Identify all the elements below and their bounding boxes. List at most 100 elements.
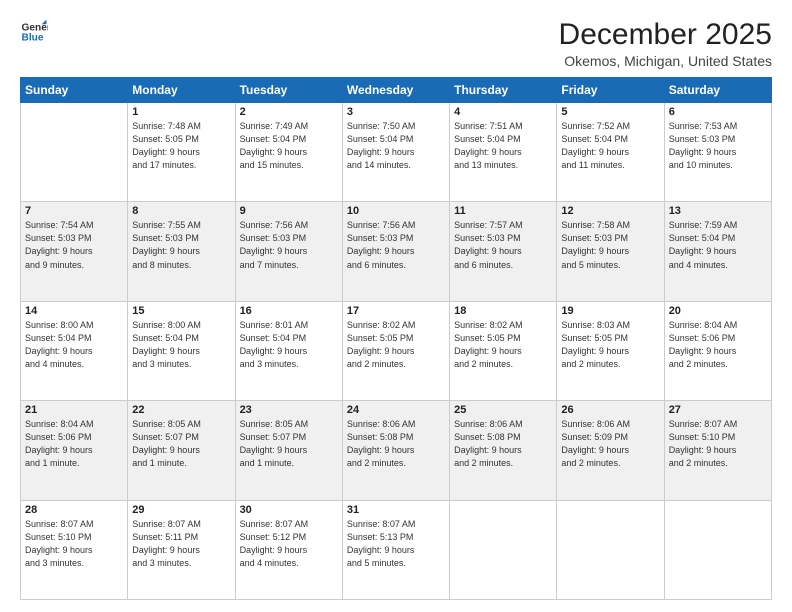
table-cell: 9 Sunrise: 7:56 AM Sunset: 5:03 PM Daylig… [235, 202, 342, 301]
page: General Blue December 2025 Okemos, Michi… [0, 0, 792, 612]
day-info: Sunrise: 8:00 AM Sunset: 5:04 PM Dayligh… [132, 319, 230, 371]
location: Okemos, Michigan, United States [559, 53, 772, 69]
table-cell: 13 Sunrise: 7:59 AM Sunset: 5:04 PM Dayli… [664, 202, 771, 301]
table-cell [21, 103, 128, 202]
day-number: 17 [347, 305, 445, 317]
day-info: Sunrise: 8:01 AM Sunset: 5:04 PM Dayligh… [240, 319, 338, 371]
table-cell: 24Sunrise: 8:06 AM Sunset: 5:08 PM Dayli… [342, 401, 449, 500]
svg-text:Blue: Blue [22, 33, 44, 44]
day-number: 25 [454, 404, 552, 416]
table-cell: 22 Sunrise: 8:05 AM Sunset: 5:07 PM Dayli… [128, 401, 235, 500]
day-number: 22 [132, 404, 230, 416]
month-title: December 2025 [559, 18, 772, 51]
day-number: 30 [240, 504, 338, 516]
header: General Blue December 2025 Okemos, Michi… [20, 18, 772, 69]
table-cell: 5 Sunrise: 7:52 AM Sunset: 5:04 PM Daylig… [557, 103, 664, 202]
day-number: 21 [25, 404, 123, 416]
day-info: Sunrise: 7:57 AM Sunset: 5:03 PM Dayligh… [454, 219, 552, 271]
table-cell: 10 Sunrise: 7:56 AM Sunset: 5:03 PM Dayli… [342, 202, 449, 301]
day-info: Sunrise: 8:05 AM Sunset: 5:07 PM Dayligh… [132, 418, 230, 470]
table-cell: 1 Sunrise: 7:48 AM Sunset: 5:05 PM Daylig… [128, 103, 235, 202]
day-number: 10 [347, 205, 445, 217]
day-info: Sunrise: 7:51 AM Sunset: 5:04 PM Dayligh… [454, 120, 552, 172]
table-cell: 29 Sunrise: 8:07 AM Sunset: 5:11 PM Dayli… [128, 500, 235, 599]
day-info: Sunrise: 7:56 AM Sunset: 5:03 PM Dayligh… [240, 219, 338, 271]
day-info: Sunrise: 8:05 AM Sunset: 5:07 PM Dayligh… [240, 418, 338, 470]
col-tuesday: Tuesday [235, 78, 342, 103]
header-row: Sunday Monday Tuesday Wednesday Thursday… [21, 78, 772, 103]
col-monday: Monday [128, 78, 235, 103]
table-cell: 26Sunrise: 8:06 AM Sunset: 5:09 PM Dayli… [557, 401, 664, 500]
day-info: Sunrise: 7:50 AM Sunset: 5:04 PM Dayligh… [347, 120, 445, 172]
table-cell: 23 Sunrise: 8:05 AM Sunset: 5:07 PM Dayli… [235, 401, 342, 500]
day-info: Sunrise: 7:55 AM Sunset: 5:03 PM Dayligh… [132, 219, 230, 271]
day-info: Sunrise: 7:54 AM Sunset: 5:03 PM Dayligh… [25, 219, 123, 271]
day-info: Sunrise: 7:49 AM Sunset: 5:04 PM Dayligh… [240, 120, 338, 172]
day-number: 16 [240, 305, 338, 317]
table-cell: 21 Sunrise: 8:04 AM Sunset: 5:06 PM Dayli… [21, 401, 128, 500]
col-saturday: Saturday [664, 78, 771, 103]
table-cell: 14Sunrise: 8:00 AM Sunset: 5:04 PM Dayli… [21, 301, 128, 400]
logo-icon: General Blue [20, 18, 48, 46]
table-cell: 2 Sunrise: 7:49 AM Sunset: 5:04 PM Daylig… [235, 103, 342, 202]
day-number: 23 [240, 404, 338, 416]
table-cell [664, 500, 771, 599]
table-cell: 18 Sunrise: 8:02 AM Sunset: 5:05 PM Dayli… [450, 301, 557, 400]
day-info: Sunrise: 8:07 AM Sunset: 5:10 PM Dayligh… [669, 418, 767, 470]
table-cell: 7 Sunrise: 7:54 AM Sunset: 5:03 PM Daylig… [21, 202, 128, 301]
day-info: Sunrise: 7:58 AM Sunset: 5:03 PM Dayligh… [561, 219, 659, 271]
table-cell: 25Sunrise: 8:06 AM Sunset: 5:08 PM Dayli… [450, 401, 557, 500]
calendar-table: Sunday Monday Tuesday Wednesday Thursday… [20, 77, 772, 600]
day-number: 9 [240, 205, 338, 217]
table-cell: 3 Sunrise: 7:50 AM Sunset: 5:04 PM Daylig… [342, 103, 449, 202]
day-info: Sunrise: 8:07 AM Sunset: 5:12 PM Dayligh… [240, 518, 338, 570]
day-number: 2 [240, 106, 338, 118]
day-info: Sunrise: 8:02 AM Sunset: 5:05 PM Dayligh… [347, 319, 445, 371]
day-number: 29 [132, 504, 230, 516]
day-number: 28 [25, 504, 123, 516]
day-number: 3 [347, 106, 445, 118]
table-cell [557, 500, 664, 599]
table-cell: 30 Sunrise: 8:07 AM Sunset: 5:12 PM Dayli… [235, 500, 342, 599]
col-thursday: Thursday [450, 78, 557, 103]
table-cell: 6 Sunrise: 7:53 AM Sunset: 5:03 PM Daylig… [664, 103, 771, 202]
day-info: Sunrise: 8:04 AM Sunset: 5:06 PM Dayligh… [25, 418, 123, 470]
table-cell: 15Sunrise: 8:00 AM Sunset: 5:04 PM Dayli… [128, 301, 235, 400]
day-number: 6 [669, 106, 767, 118]
day-info: Sunrise: 7:53 AM Sunset: 5:03 PM Dayligh… [669, 120, 767, 172]
table-cell: 8 Sunrise: 7:55 AM Sunset: 5:03 PM Daylig… [128, 202, 235, 301]
day-number: 1 [132, 106, 230, 118]
col-friday: Friday [557, 78, 664, 103]
day-info: Sunrise: 8:07 AM Sunset: 5:10 PM Dayligh… [25, 518, 123, 570]
table-cell: 31Sunrise: 8:07 AM Sunset: 5:13 PM Dayli… [342, 500, 449, 599]
calendar-week-row: 7 Sunrise: 7:54 AM Sunset: 5:03 PM Daylig… [21, 202, 772, 301]
day-number: 8 [132, 205, 230, 217]
table-cell: 20 Sunrise: 8:04 AM Sunset: 5:06 PM Dayli… [664, 301, 771, 400]
day-number: 18 [454, 305, 552, 317]
day-number: 5 [561, 106, 659, 118]
day-number: 20 [669, 305, 767, 317]
day-info: Sunrise: 8:06 AM Sunset: 5:08 PM Dayligh… [347, 418, 445, 470]
calendar-week-row: 14Sunrise: 8:00 AM Sunset: 5:04 PM Dayli… [21, 301, 772, 400]
table-cell: 16 Sunrise: 8:01 AM Sunset: 5:04 PM Dayli… [235, 301, 342, 400]
day-number: 7 [25, 205, 123, 217]
day-info: Sunrise: 7:52 AM Sunset: 5:04 PM Dayligh… [561, 120, 659, 172]
col-sunday: Sunday [21, 78, 128, 103]
logo: General Blue [20, 18, 48, 46]
day-number: 4 [454, 106, 552, 118]
calendar-week-row: 21 Sunrise: 8:04 AM Sunset: 5:06 PM Dayli… [21, 401, 772, 500]
day-info: Sunrise: 8:04 AM Sunset: 5:06 PM Dayligh… [669, 319, 767, 371]
day-info: Sunrise: 7:48 AM Sunset: 5:05 PM Dayligh… [132, 120, 230, 172]
day-info: Sunrise: 8:02 AM Sunset: 5:05 PM Dayligh… [454, 319, 552, 371]
day-info: Sunrise: 7:56 AM Sunset: 5:03 PM Dayligh… [347, 219, 445, 271]
table-cell: 19Sunrise: 8:03 AM Sunset: 5:05 PM Dayli… [557, 301, 664, 400]
table-cell: 17 Sunrise: 8:02 AM Sunset: 5:05 PM Dayli… [342, 301, 449, 400]
day-info: Sunrise: 7:59 AM Sunset: 5:04 PM Dayligh… [669, 219, 767, 271]
table-cell: 12Sunrise: 7:58 AM Sunset: 5:03 PM Dayli… [557, 202, 664, 301]
day-number: 13 [669, 205, 767, 217]
table-cell: 27Sunrise: 8:07 AM Sunset: 5:10 PM Dayli… [664, 401, 771, 500]
day-number: 19 [561, 305, 659, 317]
day-info: Sunrise: 8:07 AM Sunset: 5:11 PM Dayligh… [132, 518, 230, 570]
day-info: Sunrise: 8:06 AM Sunset: 5:09 PM Dayligh… [561, 418, 659, 470]
day-info: Sunrise: 8:07 AM Sunset: 5:13 PM Dayligh… [347, 518, 445, 570]
